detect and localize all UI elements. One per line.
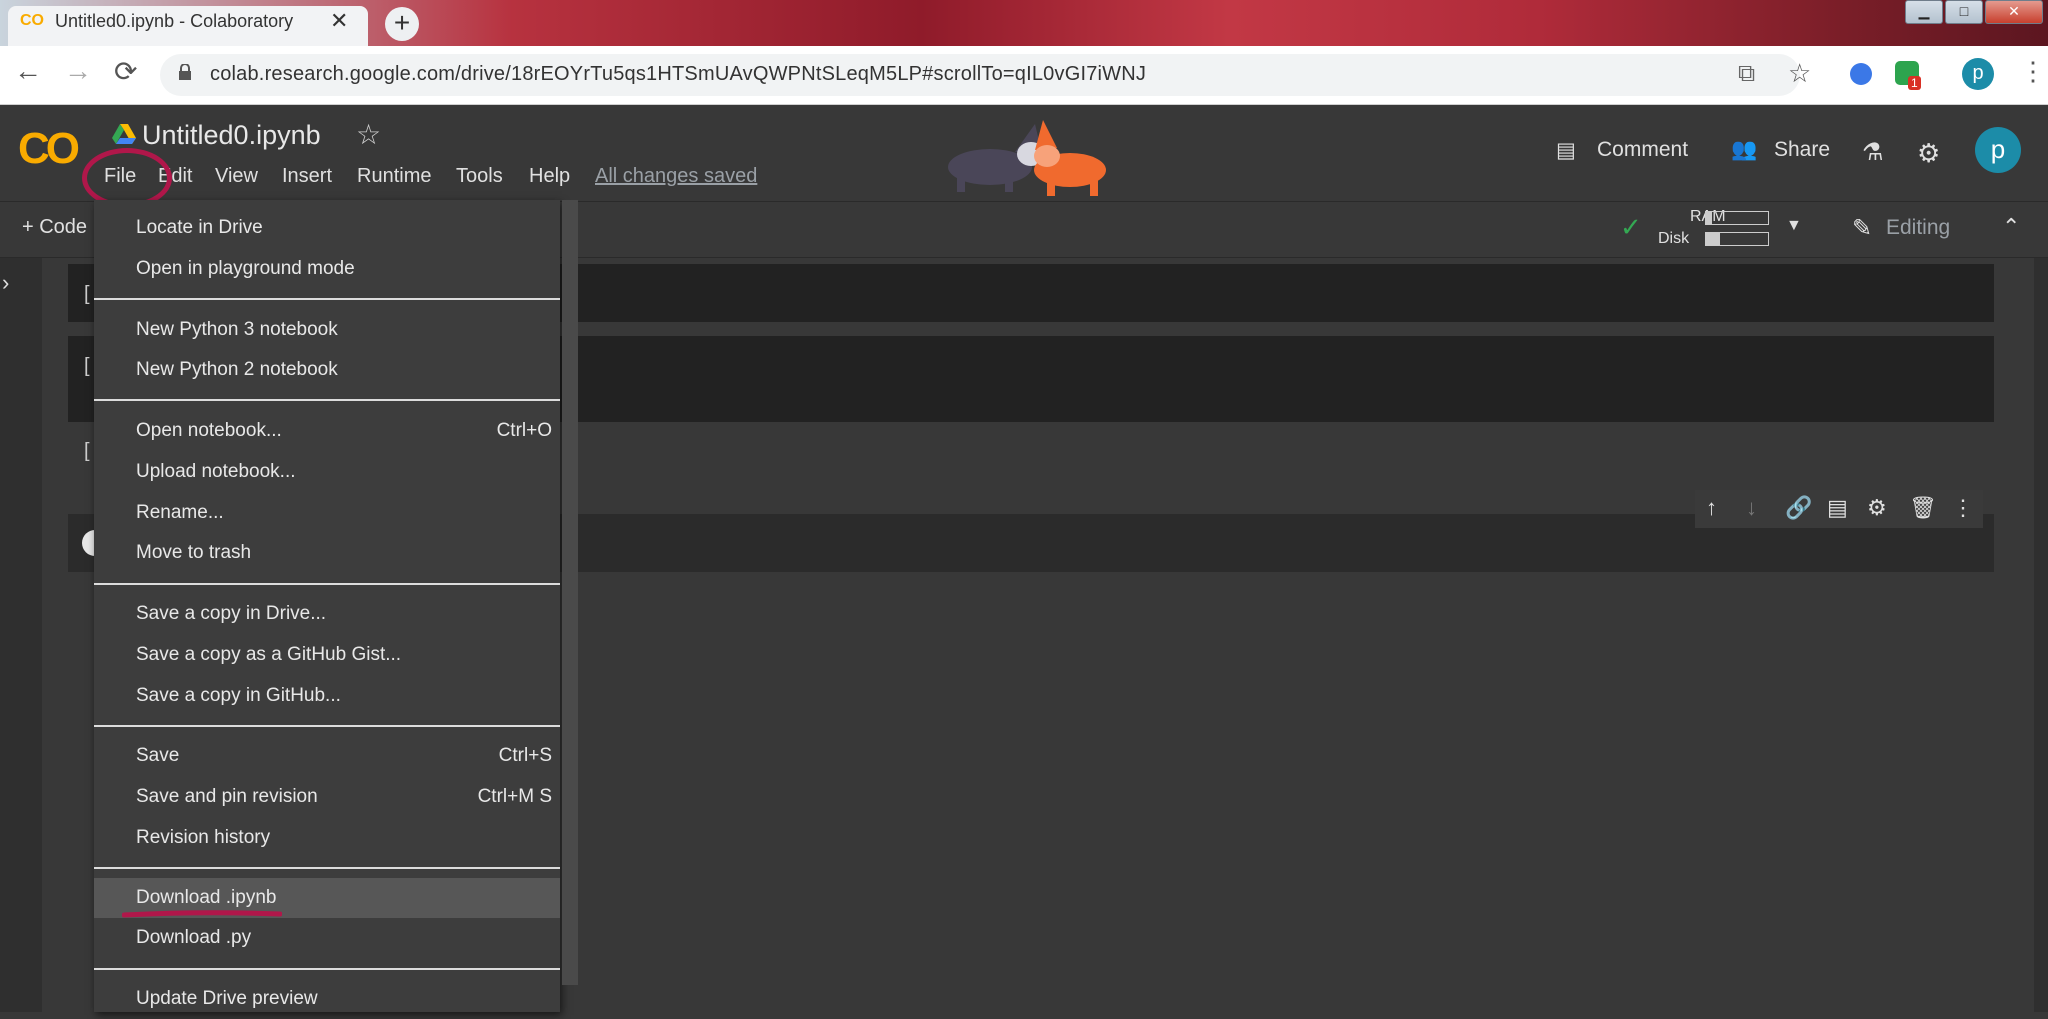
delete-cell-icon[interactable]: 🗑 bbox=[1909, 495, 1937, 521]
move-cell-up-icon[interactable]: ↑ bbox=[1706, 495, 1717, 521]
menu-divider bbox=[94, 968, 560, 970]
menu-item-save-copy-gist[interactable]: Save a copy as a GitHub Gist... bbox=[94, 635, 560, 675]
menu-item-save[interactable]: Save Ctrl+S bbox=[94, 736, 560, 776]
add-code-cell-button[interactable]: + Code bbox=[22, 216, 87, 239]
expand-sidebar-icon[interactable]: › bbox=[2, 270, 9, 296]
left-sidebar-gutter bbox=[0, 258, 42, 1012]
cell-comment-icon[interactable]: ▤ bbox=[1827, 495, 1848, 521]
collapse-header-icon[interactable]: ⌃ bbox=[2002, 214, 2020, 240]
tab-title: Untitled0.ipynb - Colaboratory bbox=[55, 11, 294, 31]
menu-item-save-pin-revision[interactable]: Save and pin revision Ctrl+M S bbox=[94, 777, 560, 817]
menu-item-revision-history[interactable]: Revision history bbox=[94, 818, 560, 858]
download-annotation-underline bbox=[122, 910, 282, 918]
menu-item-new-python3[interactable]: New Python 3 notebook bbox=[94, 310, 560, 350]
disk-label: Disk bbox=[1658, 230, 1690, 247]
menu-item-save-copy-github[interactable]: Save a copy in GitHub... bbox=[94, 676, 560, 716]
file-menu-dropdown: Locate in Drive Open in playground mode … bbox=[94, 200, 560, 1012]
cell-run-bracket[interactable]: [ bbox=[84, 355, 90, 378]
colab-favicon-icon: CO bbox=[20, 12, 44, 29]
cell-run-bracket[interactable]: [ bbox=[84, 283, 90, 306]
menu-item-locate-in-drive[interactable]: Locate in Drive bbox=[94, 208, 560, 248]
menu-tools[interactable]: Tools bbox=[456, 165, 503, 188]
share-people-icon[interactable]: 👥 bbox=[1731, 138, 1757, 162]
connected-check-icon: ✓ bbox=[1620, 212, 1642, 242]
menu-insert[interactable]: Insert bbox=[282, 165, 332, 188]
ram-meter[interactable] bbox=[1705, 211, 1769, 225]
resources-dropdown-icon[interactable]: ▼ bbox=[1786, 217, 1802, 235]
url-text[interactable]: colab.research.google.com/drive/18rEOYrT… bbox=[210, 63, 1146, 86]
menu-divider bbox=[94, 399, 560, 401]
menu-help[interactable]: Help bbox=[529, 165, 570, 188]
menu-item-rename[interactable]: Rename... bbox=[94, 493, 560, 533]
menu-item-save-copy-drive[interactable]: Save a copy in Drive... bbox=[94, 594, 560, 634]
menu-divider bbox=[94, 867, 560, 869]
forward-arrow-icon[interactable]: → bbox=[64, 55, 92, 87]
user-avatar[interactable]: p bbox=[1975, 127, 2021, 173]
menu-divider bbox=[94, 583, 560, 585]
menu-runtime[interactable]: Runtime bbox=[357, 165, 431, 188]
notebook-title[interactable]: Untitled0.ipynb bbox=[142, 120, 321, 151]
menu-item-move-to-trash[interactable]: Move to trash bbox=[94, 533, 560, 573]
cell-run-bracket[interactable]: [ bbox=[84, 440, 90, 463]
disk-meter[interactable] bbox=[1705, 232, 1769, 246]
menu-item-open-notebook[interactable]: Open notebook... Ctrl+O bbox=[94, 411, 560, 451]
comment-icon[interactable]: ▤ bbox=[1556, 138, 1576, 163]
extension-badge: 1 bbox=[1908, 76, 1921, 90]
new-tab-button[interactable]: + bbox=[385, 7, 419, 41]
menu-item-update-drive-preview[interactable]: Update Drive preview bbox=[94, 979, 560, 1019]
colab-logo[interactable]: CO bbox=[18, 124, 80, 174]
menu-scrollbar[interactable] bbox=[562, 200, 578, 985]
move-cell-down-icon[interactable]: ↓ bbox=[1746, 495, 1757, 521]
menu-item-open-playground[interactable]: Open in playground mode bbox=[94, 249, 560, 289]
save-status-link[interactable]: All changes saved bbox=[595, 165, 757, 188]
menu-divider bbox=[94, 725, 560, 727]
editing-mode-label[interactable]: Editing bbox=[1886, 216, 1950, 240]
colab-mascot-illustration bbox=[948, 120, 1106, 196]
menu-item-download-py[interactable]: Download .py bbox=[94, 918, 560, 958]
star-icon[interactable]: ☆ bbox=[356, 118, 381, 151]
menu-divider bbox=[94, 298, 560, 300]
extension-icon[interactable] bbox=[1850, 63, 1872, 85]
menu-item-new-python2[interactable]: New Python 2 notebook bbox=[94, 350, 560, 390]
settings-gear-icon[interactable]: ⚙ bbox=[1917, 138, 1940, 169]
close-tab-icon[interactable]: ✕ bbox=[330, 8, 348, 34]
close-window-button[interactable]: ✕ bbox=[1985, 0, 2043, 24]
cell-more-icon[interactable]: ⋮ bbox=[1952, 495, 1974, 521]
pencil-icon[interactable]: ✎ bbox=[1852, 214, 1872, 243]
file-menu-annotation-circle bbox=[82, 148, 172, 208]
menu-item-upload-notebook[interactable]: Upload notebook... bbox=[94, 452, 560, 492]
share-button[interactable]: Share bbox=[1774, 138, 1830, 162]
bookmark-star-icon[interactable]: ☆ bbox=[1788, 58, 1811, 89]
back-arrow-icon[interactable]: ← bbox=[14, 55, 42, 87]
profile-avatar[interactable]: p bbox=[1962, 58, 1994, 90]
browser-menu-icon[interactable]: ⋮ bbox=[2020, 56, 2046, 87]
reload-icon[interactable]: ⟳ bbox=[114, 55, 137, 88]
maximize-window-button[interactable]: □ bbox=[1945, 0, 1983, 24]
link-icon[interactable]: 🔗 bbox=[1785, 495, 1812, 521]
menu-view[interactable]: View bbox=[215, 165, 258, 188]
lock-icon bbox=[179, 64, 191, 80]
page-scrollbar[interactable] bbox=[2034, 258, 2048, 1012]
google-drive-icon bbox=[112, 124, 136, 144]
cell-settings-icon[interactable]: ⚙ bbox=[1867, 495, 1887, 521]
translate-icon[interactable]: ⧉ bbox=[1738, 60, 1755, 88]
comment-button[interactable]: Comment bbox=[1597, 138, 1688, 162]
minimize-window-button[interactable]: ▁ bbox=[1905, 0, 1943, 24]
lab-flask-icon[interactable]: ⚗ bbox=[1862, 138, 1884, 167]
